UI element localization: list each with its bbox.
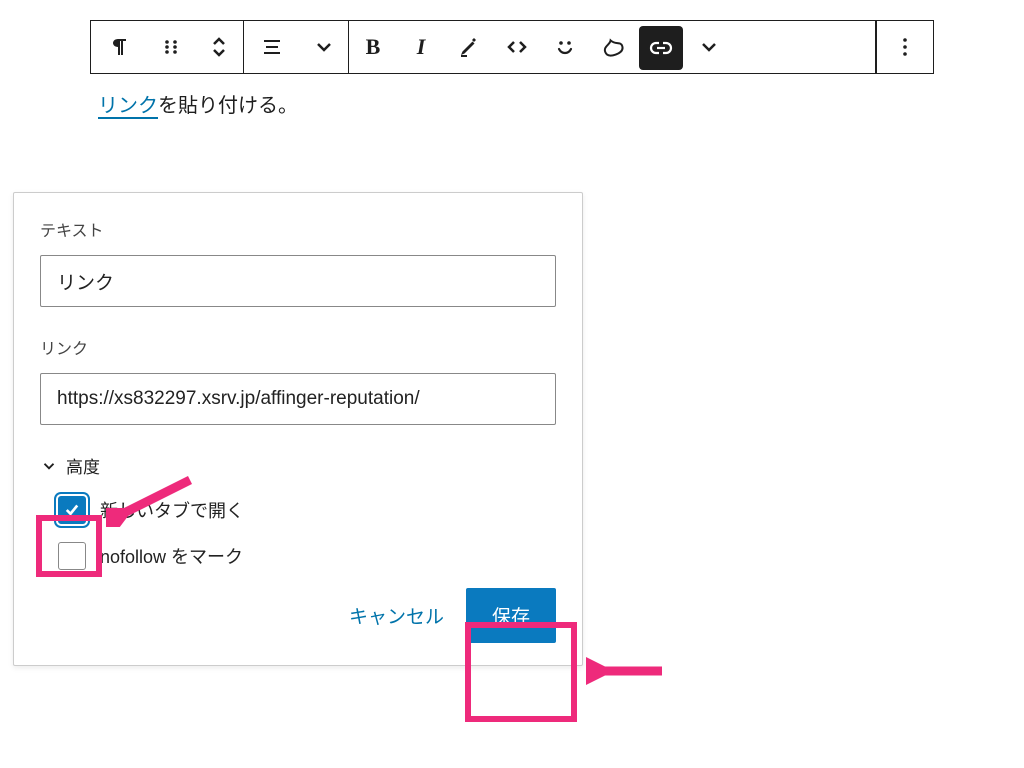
advanced-disclosure[interactable]: 高度 xyxy=(40,453,556,478)
cancel-button[interactable]: キャンセル xyxy=(349,602,444,629)
move-up-down-icon[interactable] xyxy=(195,21,243,73)
highlight-icon[interactable] xyxy=(445,21,493,73)
italic-button[interactable]: I xyxy=(397,21,445,73)
align-chevron-down-icon[interactable] xyxy=(300,21,348,73)
check-icon xyxy=(63,501,81,519)
paragraph-icon[interactable] xyxy=(91,21,147,73)
toolbar-group-format: B I xyxy=(349,21,876,73)
toolbar-group-align xyxy=(244,21,349,73)
code-icon[interactable] xyxy=(493,21,541,73)
popover-buttons: キャンセル 保存 xyxy=(40,588,556,643)
link-text-input[interactable] xyxy=(40,255,556,307)
more-options-icon[interactable] xyxy=(877,21,933,73)
annotation-arrow-save xyxy=(586,656,666,686)
linked-text[interactable]: リンク xyxy=(98,95,158,119)
emoji-icon[interactable] xyxy=(541,21,589,73)
link-settings-popover: テキスト リンク 高度 新しいタブで開く nofollow をマーク キャンセル… xyxy=(13,192,583,666)
content-rest: を貼り付ける。 xyxy=(158,95,298,117)
link-button[interactable] xyxy=(639,26,683,70)
advanced-label: 高度 xyxy=(66,453,100,478)
chevron-down-icon xyxy=(40,457,58,475)
nofollow-label: nofollow をマーク xyxy=(100,543,243,569)
align-icon[interactable] xyxy=(244,21,300,73)
save-button[interactable]: 保存 xyxy=(466,588,556,643)
text-field-label: テキスト xyxy=(40,217,556,241)
toolbar-group-more xyxy=(876,21,933,73)
link-url-input[interactable] xyxy=(40,373,556,425)
toolbar-group-block xyxy=(91,21,244,73)
new-tab-row: 新しいタブで開く xyxy=(58,496,556,524)
new-tab-label: 新しいタブで開く xyxy=(100,497,244,523)
editor-content[interactable]: リンクを貼り付ける。 xyxy=(98,89,1024,118)
link-field-label: リンク xyxy=(40,335,556,359)
drag-handle-icon[interactable] xyxy=(147,21,195,73)
bold-button[interactable]: B xyxy=(349,21,397,73)
new-tab-checkbox[interactable] xyxy=(58,496,86,524)
more-format-chevron-down-icon[interactable] xyxy=(685,21,733,73)
nofollow-row: nofollow をマーク xyxy=(58,542,556,570)
block-toolbar: B I xyxy=(90,20,934,74)
nofollow-checkbox[interactable] xyxy=(58,542,86,570)
clear-format-icon[interactable] xyxy=(589,21,637,73)
